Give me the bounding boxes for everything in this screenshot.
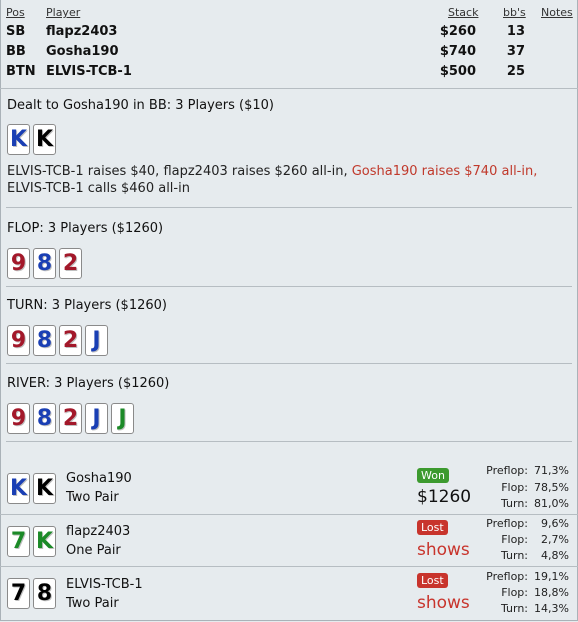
player-bbs: 37	[506, 44, 525, 59]
action-text: ELVIS-TCB-1 raises $40, flapz2403 raises…	[7, 164, 352, 179]
lost-badge: Lost	[417, 573, 448, 588]
equity-label: Turn:	[500, 602, 528, 615]
player-row[interactable]: BTN ELVIS-TCB-1 $500 25	[0, 64, 578, 82]
divider	[6, 207, 572, 208]
playing-card: J	[85, 325, 108, 356]
won-badge: Won	[417, 468, 449, 483]
player-stack: $740	[439, 44, 476, 59]
equity-value: 14,3%	[534, 602, 569, 615]
result-cards: KK	[7, 473, 59, 504]
header-bbs[interactable]: bb's	[503, 6, 526, 19]
divider	[0, 514, 578, 515]
equity-label: Turn:	[500, 549, 528, 562]
equity-value: 19,1%	[534, 570, 569, 583]
turn-cards: 982J	[7, 325, 111, 356]
player-row[interactable]: BB Gosha190 $740 37	[0, 44, 578, 62]
player-bbs: 13	[506, 24, 525, 39]
playing-card: K	[7, 124, 30, 155]
equity-label: Preflop:	[486, 517, 528, 530]
playing-card: 9	[7, 325, 30, 356]
header-player[interactable]: Player	[46, 6, 80, 19]
equity-label: Preflop:	[486, 464, 528, 477]
equity-value: 71,3%	[534, 464, 569, 477]
equity-label: Turn:	[500, 497, 528, 510]
result-player-name: flapz2403	[66, 524, 131, 539]
player-stack: $260	[439, 24, 476, 39]
river-title: RIVER: 3 Players ($1260)	[7, 376, 170, 391]
preflop-title: Dealt to Gosha190 in BB: 3 Players ($10)	[7, 98, 275, 113]
player-stack: $500	[439, 64, 476, 79]
playing-card: 8	[33, 403, 56, 434]
playing-card: 2	[59, 325, 82, 356]
equity-label: Flop:	[501, 481, 528, 494]
turn-title: TURN: 3 Players ($1260)	[7, 298, 167, 313]
equity-value: 9,6%	[541, 517, 569, 530]
player-name: Gosha190	[46, 44, 119, 59]
playing-card: J	[85, 403, 108, 434]
playing-card: K	[33, 526, 56, 557]
equity-value: 4,8%	[541, 549, 569, 562]
equity-value: 18,8%	[534, 586, 569, 599]
divider	[0, 566, 578, 567]
playing-card: 9	[7, 248, 30, 279]
player-name: ELVIS-TCB-1	[46, 64, 132, 79]
player-pos: BTN	[6, 64, 36, 79]
playing-card: K	[7, 473, 30, 504]
equity-label: Flop:	[501, 533, 528, 546]
divider	[0, 88, 578, 89]
equity-label: Preflop:	[486, 570, 528, 583]
result-cards: 78	[7, 578, 59, 609]
playing-card: 2	[59, 248, 82, 279]
divider	[6, 363, 572, 364]
preflop-actions: ELVIS-TCB-1 raises $40, flapz2403 raises…	[7, 163, 562, 197]
player-bbs: 25	[506, 64, 525, 79]
result-hand-rank: Two Pair	[66, 490, 119, 505]
lost-badge: Lost	[417, 520, 448, 535]
result-player-name: ELVIS-TCB-1	[66, 577, 143, 592]
hole-cards: KK	[7, 124, 59, 155]
result-cards: 7K	[7, 526, 59, 557]
equity-value: 81,0%	[534, 497, 569, 510]
playing-card: 7	[7, 526, 30, 557]
player-pos: SB	[6, 24, 26, 39]
result-hand-rank: Two Pair	[66, 596, 119, 611]
player-row[interactable]: SB flapz2403 $260 13	[0, 24, 578, 42]
river-cards: 982JJ	[7, 403, 137, 434]
result-player-name: Gosha190	[66, 471, 132, 486]
equity-label: Flop:	[501, 586, 528, 599]
action-text: ELVIS-TCB-1 calls $460 all-in	[7, 181, 190, 196]
playing-card: K	[33, 473, 56, 504]
hero-action-text: Gosha190 raises $740 all-in,	[351, 164, 538, 179]
playing-card: 8	[33, 325, 56, 356]
header-pos[interactable]: Pos	[6, 6, 25, 19]
equity-value: 2,7%	[541, 533, 569, 546]
playing-card: J	[111, 403, 134, 434]
playing-card: 8	[33, 578, 56, 609]
equity-value: 78,5%	[534, 481, 569, 494]
header-stack[interactable]: Stack	[448, 6, 478, 19]
playing-card: 2	[59, 403, 82, 434]
player-pos: BB	[6, 44, 26, 59]
playing-card: 7	[7, 578, 30, 609]
playing-card: 8	[33, 248, 56, 279]
playing-card: 9	[7, 403, 30, 434]
flop-title: FLOP: 3 Players ($1260)	[7, 221, 164, 236]
divider	[6, 286, 572, 287]
divider	[6, 441, 572, 442]
player-name: flapz2403	[46, 24, 118, 39]
header-notes[interactable]: Notes	[541, 6, 573, 19]
playing-card: K	[33, 124, 56, 155]
result-hand-rank: One Pair	[66, 543, 121, 558]
flop-cards: 982	[7, 248, 85, 279]
